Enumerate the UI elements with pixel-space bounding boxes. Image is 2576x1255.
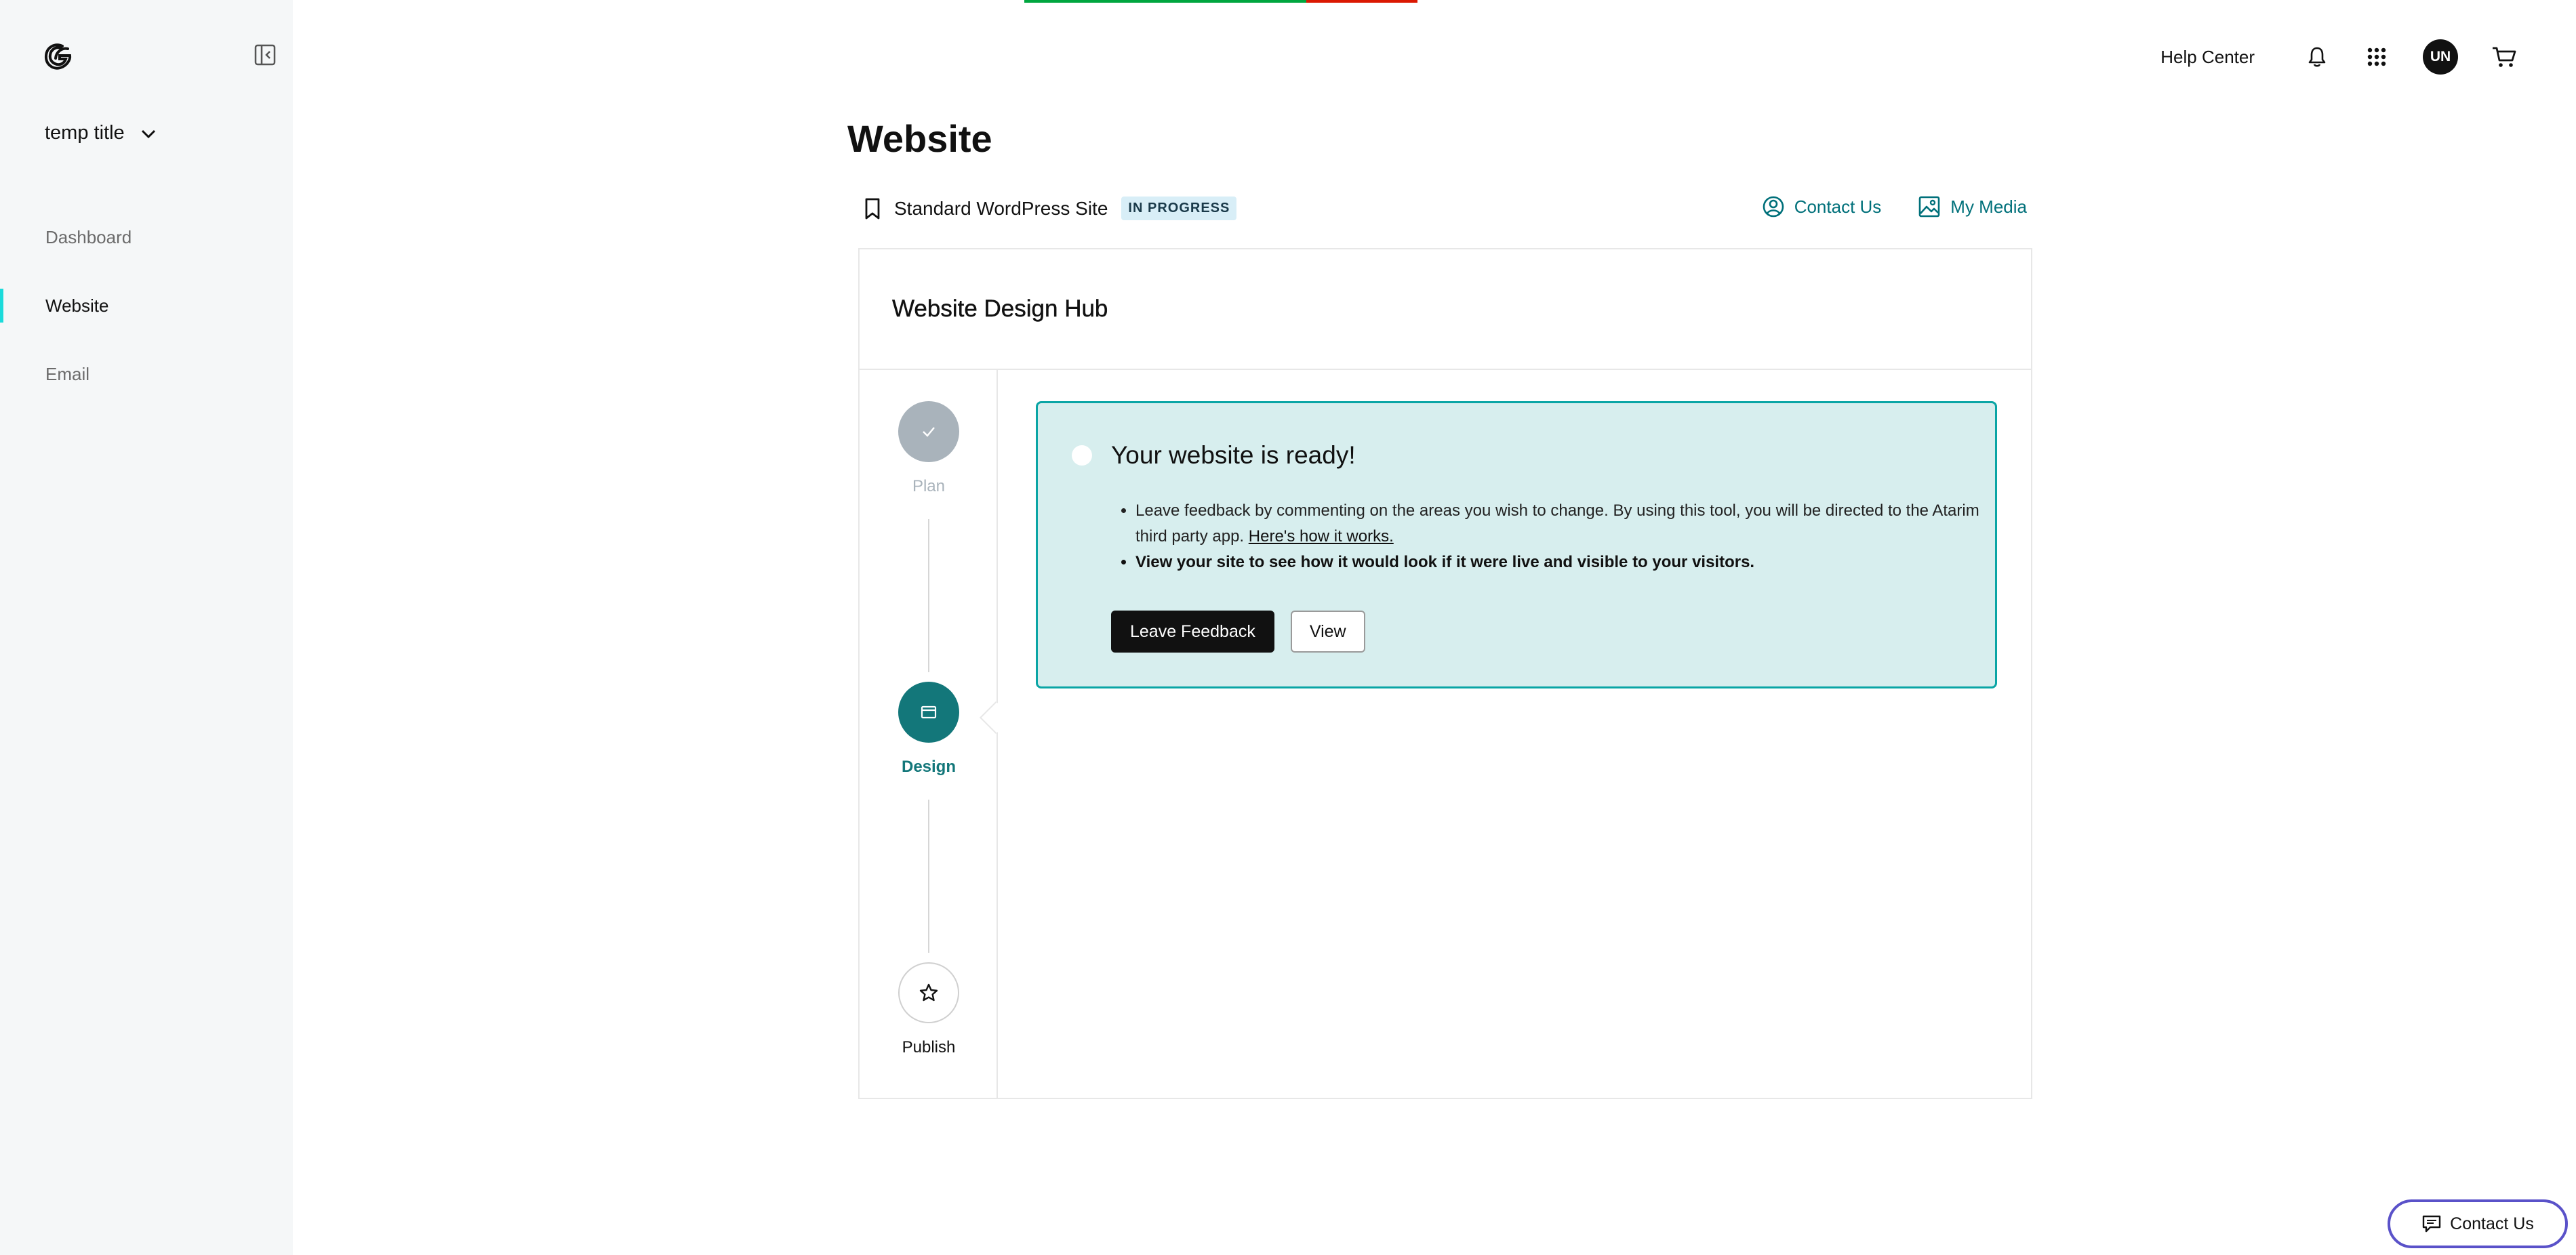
page-load-progress <box>1024 0 1417 3</box>
user-circle-icon <box>1763 196 1784 218</box>
bookmark-icon <box>865 198 880 219</box>
website-design-hub: Website Design Hub Plan Design Publish Y… <box>858 248 2032 1099</box>
website-ready-card: Your website is ready! Leave feedback by… <box>1036 401 1997 688</box>
avatar[interactable]: UN <box>2423 39 2458 75</box>
status-dot-icon <box>1072 445 1092 466</box>
step-circle-plan <box>898 401 959 462</box>
step-label: Plan <box>912 477 946 495</box>
page-links: Contact Us My Media <box>1762 195 2027 218</box>
list-item: View your site to see how it would look … <box>1135 550 1990 575</box>
ready-title: Your website is ready! <box>1111 441 1356 469</box>
image-icon <box>1918 196 1940 218</box>
step-label: Publish <box>902 1038 956 1056</box>
progress-segment-green <box>1024 0 1306 3</box>
collapse-sidebar-icon[interactable] <box>254 43 277 66</box>
contact-us-label: Contact Us <box>1794 196 1882 217</box>
star-icon <box>919 983 938 1002</box>
account-title: temp title <box>45 122 125 144</box>
sidebar-item-email[interactable]: Email <box>0 340 293 409</box>
sidebar-item-dashboard[interactable]: Dashboard <box>0 203 293 272</box>
bell-icon[interactable] <box>2303 43 2331 70</box>
step-circle-design <box>898 682 959 743</box>
chat-icon <box>2422 1215 2441 1233</box>
floating-contact-button[interactable]: Contact Us <box>2388 1199 2568 1248</box>
sidebar-item-label: Website <box>45 295 109 316</box>
cart-icon[interactable] <box>2491 43 2518 70</box>
sidebar-nav: Dashboard Website Email <box>0 203 293 409</box>
step-publish[interactable]: Publish <box>860 962 998 1057</box>
godaddy-logo-icon[interactable] <box>42 41 75 73</box>
hub-title: Website Design Hub <box>892 295 1108 322</box>
sidebar-item-website[interactable]: Website <box>0 272 293 340</box>
list-item: Leave feedback by commenting on the area… <box>1135 498 1990 550</box>
step-connector <box>928 519 929 672</box>
step-label: Design <box>901 758 956 776</box>
my-media-link[interactable]: My Media <box>1918 195 2027 218</box>
progress-segment-red <box>1306 0 1417 3</box>
leave-feedback-button[interactable]: Leave Feedback <box>1111 611 1274 653</box>
header-actions: Help Center UN <box>2160 37 2518 77</box>
chevron-down-icon <box>141 129 155 138</box>
status-badge: IN PROGRESS <box>1121 197 1237 220</box>
site-type: Standard WordPress Site <box>894 197 1108 219</box>
browser-window-icon <box>921 705 937 719</box>
page-title: Website <box>847 117 992 160</box>
sidebar: temp title Dashboard Website Email <box>0 0 293 1255</box>
sidebar-item-label: Dashboard <box>45 227 132 247</box>
how-it-works-link[interactable]: Here's how it works. <box>1249 527 1394 546</box>
apps-grid-icon[interactable] <box>2363 43 2390 70</box>
view-button[interactable]: View <box>1290 611 1365 653</box>
floating-contact-label: Contact Us <box>2450 1214 2534 1233</box>
help-center-link[interactable]: Help Center <box>2160 47 2255 68</box>
step-design[interactable]: Design <box>860 682 998 777</box>
view-instruction: View your site to see how it would look … <box>1135 553 1755 571</box>
progress-stepper: Plan Design Publish <box>860 370 1013 1098</box>
step-plan[interactable]: Plan <box>860 401 998 496</box>
step-connector <box>928 800 929 953</box>
check-icon <box>923 427 935 437</box>
ready-actions: Leave Feedback View <box>1111 611 1365 653</box>
step-circle-publish <box>898 962 959 1023</box>
account-switcher[interactable]: temp title <box>45 122 157 144</box>
sidebar-item-label: Email <box>45 364 90 384</box>
ready-instructions: Leave feedback by commenting on the area… <box>1111 498 1990 575</box>
my-media-label: My Media <box>1950 196 2027 217</box>
site-info: Standard WordPress Site IN PROGRESS <box>864 197 1237 220</box>
contact-us-link[interactable]: Contact Us <box>1762 195 1882 218</box>
hub-header: Website Design Hub <box>860 249 2031 370</box>
